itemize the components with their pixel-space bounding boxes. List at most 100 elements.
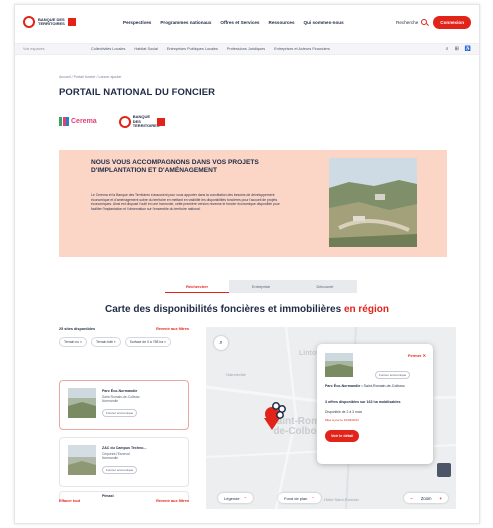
tab-entreprise[interactable]: Entreprise bbox=[229, 280, 293, 293]
logo-flag-icon bbox=[67, 18, 76, 26]
logo-ring-icon bbox=[118, 115, 131, 128]
logo-line2: TERRITOIRES bbox=[38, 21, 65, 26]
back-to-filters-link[interactable]: Revenir aux filtres bbox=[156, 327, 189, 331]
nav-programmes[interactable]: Programmes nationaux bbox=[160, 20, 211, 25]
filter-chip-terrain-nu[interactable]: Terrain nu × bbox=[59, 337, 88, 347]
nav-perspectives[interactable]: Perspectives bbox=[123, 20, 151, 25]
nav-ressources[interactable]: Ressources bbox=[269, 20, 295, 25]
results-count: 25 sites disponibles bbox=[59, 327, 96, 331]
popup-site-thumbnail bbox=[325, 353, 353, 377]
site-card[interactable]: ZAC du Campus Techno... Criquetot-l'Esne… bbox=[59, 437, 189, 487]
breadcrumb[interactable]: Accueil / Portail foncier / Lancer ajout… bbox=[59, 75, 122, 79]
search-icon: ⌕ bbox=[219, 340, 223, 346]
site-card-badge: Foncier économique bbox=[102, 409, 138, 417]
search-icon bbox=[421, 19, 428, 25]
layer-switch-button[interactable] bbox=[437, 463, 451, 477]
map-label-hotel: Hôtel Saint-Romain bbox=[324, 497, 359, 502]
zoom-out-button[interactable]: − bbox=[410, 496, 412, 501]
subnav-item-collectivites[interactable]: Collectivités Locales bbox=[91, 47, 125, 51]
search-icon[interactable]: ⌕ bbox=[446, 46, 449, 52]
popup-update-date: Mise à jour le 10/03/2024 bbox=[325, 418, 359, 422]
tab-decouvrir[interactable]: Découvrir bbox=[293, 280, 357, 293]
clear-all-link[interactable]: Effacer tout bbox=[59, 499, 80, 503]
popup-close-button[interactable]: Fermer ✕ bbox=[408, 353, 426, 358]
popup-availability: Disponible de 2 à 3 mois bbox=[325, 410, 363, 414]
page-title: PORTAIL NATIONAL DU FONCIER bbox=[59, 87, 216, 98]
grid-icon[interactable]: ⊞ bbox=[455, 46, 459, 52]
popup-badge: Foncier économique bbox=[375, 371, 411, 379]
map-title-accent: en région bbox=[343, 304, 389, 315]
search-label: Recherche bbox=[396, 19, 419, 25]
site-card-region: Normandie bbox=[102, 456, 119, 461]
spaces-label[interactable]: Vos espaces bbox=[23, 47, 69, 51]
results-header: 25 sites disponibles Revenir aux filtres bbox=[59, 327, 189, 331]
hero-banner: NOUS VOUS ACCOMPAGNONS DANS VOS PROJETS … bbox=[59, 150, 447, 257]
site-popup: Fermer ✕ Foncier économique Parc Éco-Nor… bbox=[317, 344, 433, 464]
cerema-logo: Cerema bbox=[59, 117, 97, 127]
chip-label: Terrain nu bbox=[64, 340, 80, 344]
legend-label: Légende bbox=[224, 495, 240, 501]
popup-site-city: • Saint-Romain-de-Colbosc bbox=[360, 384, 405, 388]
site-card[interactable]: Parc Éco-Normandie Saint-Romain-de-Colbo… bbox=[59, 380, 189, 430]
zoom-in-button[interactable]: + bbox=[440, 496, 442, 501]
subnav-item-juridiques[interactable]: Professions Juridiques bbox=[227, 47, 265, 51]
filter-chips: Terrain nu × Terrain bâti × Surface de 0… bbox=[59, 337, 189, 347]
logo-flag-icon bbox=[156, 117, 165, 126]
view-detail-button[interactable]: Voir le détail bbox=[325, 430, 360, 442]
chip-label: Terrain bâti bbox=[96, 340, 113, 344]
bdt-partner-text: BANQUE DES TERRITOIRES bbox=[132, 114, 160, 128]
hero-landscape-image bbox=[329, 158, 417, 247]
site-card-title: ZAC du Campus Techno... bbox=[102, 446, 147, 450]
search-button[interactable]: Recherche bbox=[396, 19, 428, 25]
bdt-partner-logo: BANQUE DES TERRITOIRES bbox=[118, 114, 165, 129]
popup-close-label: Fermer bbox=[407, 353, 422, 358]
bdt-logo[interactable]: BANQUE DES TERRITOIRES bbox=[23, 16, 93, 28]
chevron-up-icon: ⌃ bbox=[243, 495, 247, 501]
main-nav: Perspectives Programmes nationaux Offres… bbox=[123, 20, 344, 25]
map-search-button[interactable]: ⌕ bbox=[214, 336, 228, 350]
popup-title: Parc Éco-Normandie • Saint-Romain-de-Col… bbox=[325, 384, 425, 389]
logo-ring-icon bbox=[23, 16, 35, 28]
site-card-location: Criquetot-l'Esneval Normandie bbox=[102, 452, 146, 461]
chevron-up-icon: ⌃ bbox=[311, 495, 315, 501]
basemap-label: Fond de plan bbox=[284, 495, 308, 501]
search-tabs: Rechercher Entreprise Découvrir bbox=[165, 280, 357, 293]
filter-chip-terrain-bati[interactable]: Terrain bâti × bbox=[91, 337, 121, 347]
back-to-filters-footer-link[interactable]: Revenir aux filtres bbox=[156, 499, 189, 503]
partner-logos: Cerema BANQUE DES TERRITOIRES bbox=[59, 114, 165, 129]
site-thumbnail bbox=[68, 388, 96, 418]
cerema-mark-icon bbox=[59, 117, 69, 127]
subnav-item-epl[interactable]: Entreprises Publiques Locales bbox=[167, 47, 218, 51]
map-title-text: Carte des disponibilités foncières et im… bbox=[105, 304, 342, 315]
filter-chip-surface[interactable]: Surface de 0 à 758 ha × bbox=[124, 337, 172, 347]
basemap-dropdown[interactable]: Fond de plan ⌃ bbox=[278, 493, 321, 503]
popup-site-name: Parc Éco-Normandie bbox=[325, 384, 361, 388]
audience-nav: Vos espaces Collectivités Locales Habita… bbox=[15, 43, 479, 55]
nav-offres[interactable]: Offres et Services bbox=[220, 20, 259, 25]
site-card-region: Normandie bbox=[102, 399, 119, 404]
page-frame: BANQUE DES TERRITOIRES Perspectives Prog… bbox=[14, 4, 480, 524]
map-pin-cluster[interactable] bbox=[262, 400, 292, 434]
legend-dropdown[interactable]: Légende ⌃ bbox=[218, 493, 253, 503]
nav-qui-sommes-nous[interactable]: Qui sommes-nous bbox=[304, 20, 344, 25]
accessibility-icon[interactable]: ♿ bbox=[465, 46, 471, 52]
sites-map[interactable]: Saint-Rom de-Colbo Lintot Hôtel Saint-Ro… bbox=[206, 327, 456, 509]
zoom-label: Zoom bbox=[420, 495, 432, 501]
site-card-badge: Foncier économique bbox=[102, 466, 138, 474]
site-card-title: Parc Éco-Normandie bbox=[102, 389, 138, 393]
tab-rechercher[interactable]: Rechercher bbox=[165, 280, 229, 293]
map-label-gainneville: Gainneville bbox=[226, 372, 246, 377]
map-label-lintot: Lintot bbox=[299, 350, 319, 357]
zoom-control: − Zoom + bbox=[404, 493, 448, 503]
top-header: BANQUE DES TERRITOIRES Perspectives Prog… bbox=[15, 5, 479, 39]
site-card-location: Saint-Romain-de-Colbosc Normandie bbox=[102, 395, 146, 404]
results-panel: 25 sites disponibles Revenir aux filtres… bbox=[59, 327, 189, 507]
subnav-item-habitat[interactable]: Habitat Social bbox=[134, 47, 157, 51]
site-thumbnail bbox=[68, 445, 96, 475]
map-section-title: Carte des disponibilités foncières et im… bbox=[15, 304, 479, 315]
connect-button[interactable]: Connexion bbox=[433, 15, 471, 29]
hero-title: NOUS VOUS ACCOMPAGNONS DANS VOS PROJETS … bbox=[91, 159, 259, 174]
popup-offers: 3 offres disponibles sur 163 ha mobilisa… bbox=[325, 400, 401, 404]
results-footer: Effacer tout Revenir aux filtres bbox=[59, 499, 189, 503]
subnav-item-financiers[interactable]: Entreprises et Acteurs Financiers bbox=[274, 47, 330, 51]
